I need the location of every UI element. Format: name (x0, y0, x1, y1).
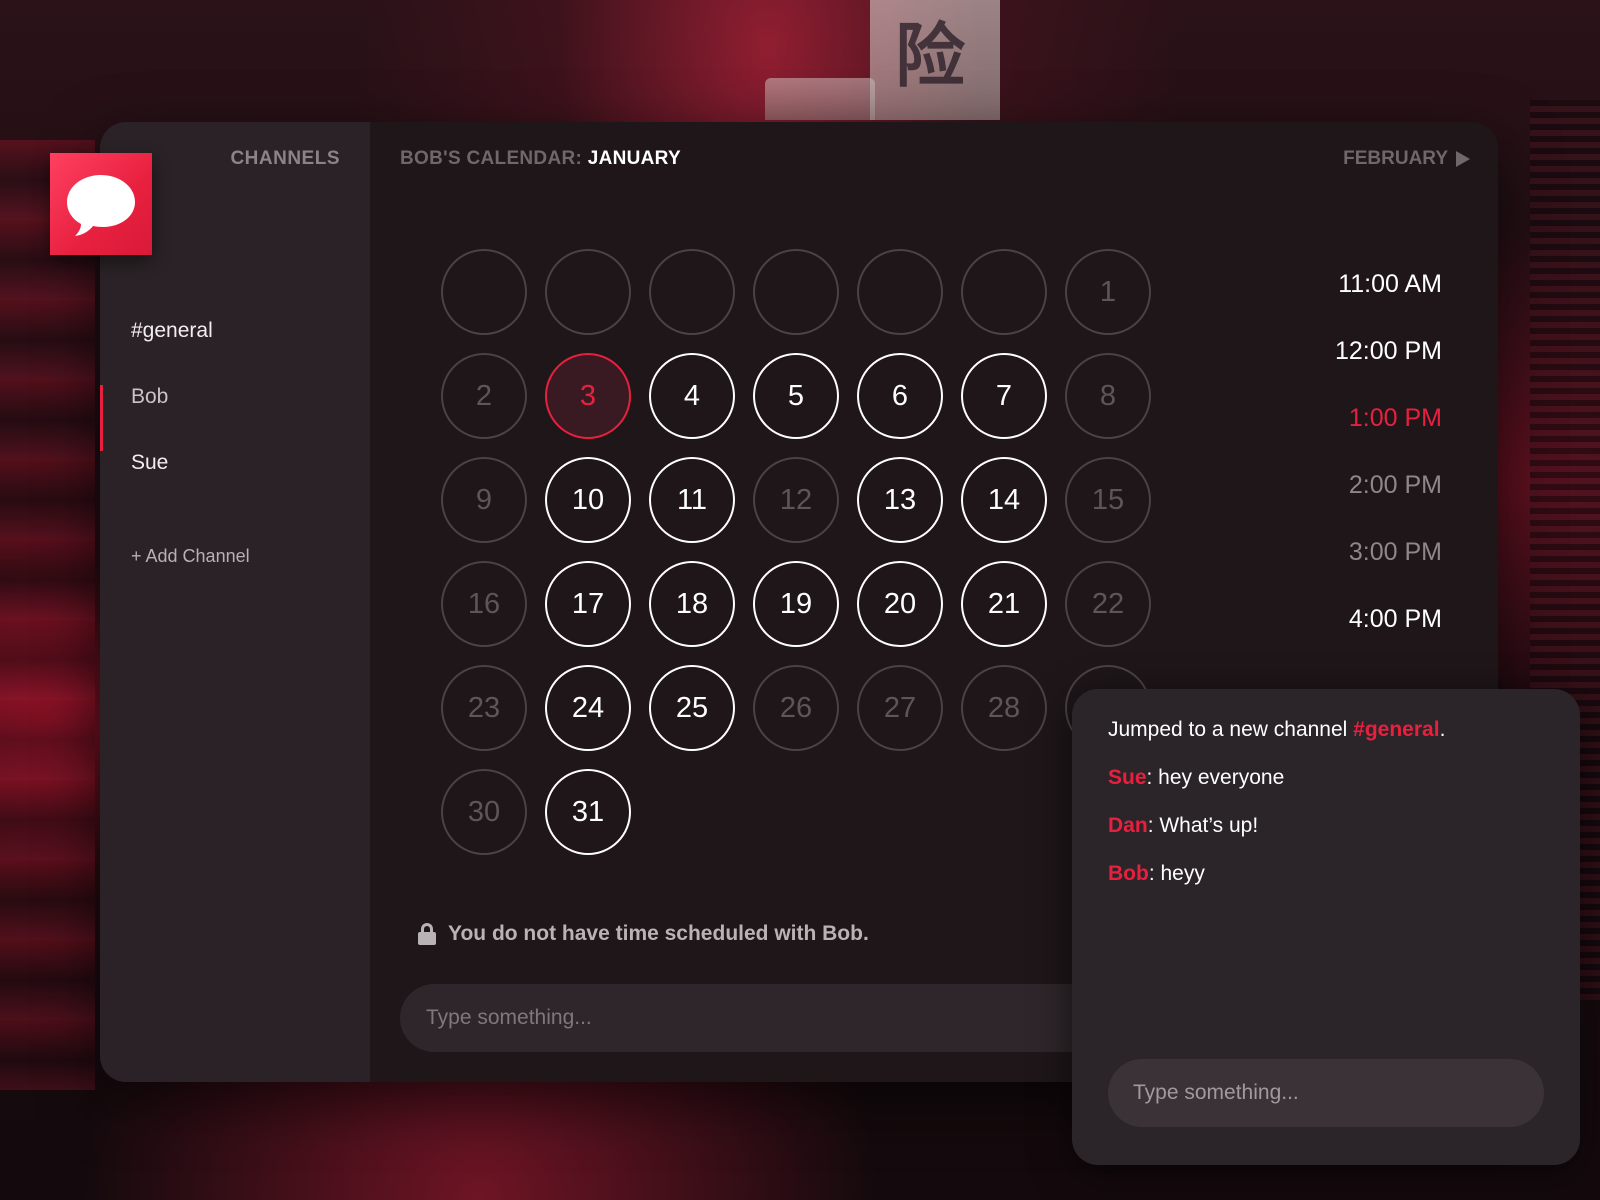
schedule-notice-text: You do not have time scheduled with Bob. (448, 922, 869, 945)
message-text: : heyy (1148, 862, 1205, 885)
calendar-day-6[interactable]: 6 (857, 353, 943, 439)
calendar-day-empty (649, 249, 735, 335)
message-sender: Dan (1108, 814, 1148, 837)
calendar-owner-label: BOB'S CALENDAR: (400, 148, 583, 169)
system-message: Jumped to a new channel #general. (1108, 713, 1548, 761)
message-sender: Sue (1108, 766, 1147, 789)
calendar-day-16[interactable]: 16 (441, 561, 527, 647)
time-slot-list: 11:00 AM 12:00 PM 1:00 PM 2:00 PM 3:00 PM 4:0… (1242, 270, 1442, 672)
message-text: : hey everyone (1146, 766, 1285, 789)
chat-bubble-icon (67, 175, 135, 236)
calendar-day-9[interactable]: 9 (441, 457, 527, 543)
calendar-day-4[interactable]: 4 (649, 353, 735, 439)
system-message-suffix: . (1439, 718, 1446, 741)
next-month-label: FEBRUARY (1343, 148, 1448, 169)
calendar-day-empty (441, 249, 527, 335)
calendar-day-empty (753, 249, 839, 335)
calendar-day-empty (961, 249, 1047, 335)
calendar-day-22[interactable]: 22 (1065, 561, 1151, 647)
calendar-day-27[interactable]: 27 (857, 665, 943, 751)
calendar-day-20[interactable]: 20 (857, 561, 943, 647)
lock-icon (418, 923, 436, 945)
calendar-day-28[interactable]: 28 (961, 665, 1047, 751)
chat-message: Sue: hey everyone (1108, 761, 1548, 809)
calendar-month-label: JANUARY (587, 148, 681, 169)
calendar-day-18[interactable]: 18 (649, 561, 735, 647)
calendar-day-17[interactable]: 17 (545, 561, 631, 647)
calendar-day-2[interactable]: 2 (441, 353, 527, 439)
calendar-day-19[interactable]: 19 (753, 561, 839, 647)
calendar-day-31[interactable]: 31 (545, 769, 631, 855)
play-triangle-icon (1456, 151, 1470, 167)
time-slot[interactable]: 12:00 PM (1242, 337, 1442, 404)
time-slot[interactable]: 2:00 PM (1242, 471, 1442, 538)
calendar-day-7[interactable]: 7 (961, 353, 1047, 439)
message-sender: Bob (1108, 862, 1149, 885)
sidebar-item-general[interactable]: #general (100, 319, 370, 385)
calendar-day-30[interactable]: 30 (441, 769, 527, 855)
sidebar: CHANNELS #general Bob Sue + Add Channel (100, 122, 370, 1082)
sidebar-heading: CHANNELS (230, 148, 340, 169)
schedule-notice: You do not have time scheduled with Bob. (418, 922, 869, 946)
chat-log: Jumped to a new channel #general. Sue: h… (1108, 713, 1548, 905)
system-message-channel[interactable]: #general (1353, 718, 1439, 741)
time-slot[interactable]: 11:00 AM (1242, 270, 1442, 337)
background-neon-left (0, 140, 95, 1090)
background-sign-glyph: 险 (895, 15, 965, 97)
calendar-day-12[interactable]: 12 (753, 457, 839, 543)
calendar-day-23[interactable]: 23 (441, 665, 527, 751)
calendar-day-empty (545, 249, 631, 335)
calendar-day-25[interactable]: 25 (649, 665, 735, 751)
chat-panel: Jumped to a new channel #general. Sue: h… (1072, 689, 1580, 1165)
calendar-day-26[interactable]: 26 (753, 665, 839, 751)
background-sign-small (765, 78, 875, 120)
calendar-day-empty (857, 249, 943, 335)
calendar-day-10[interactable]: 10 (545, 457, 631, 543)
calendar-grid: 1 2 3 4 5 6 7 8 9 10 11 12 13 14 15 16 17 18 19 20 21 22 23 24 2… (441, 249, 1161, 855)
system-message-prefix: Jumped to a new channel (1108, 718, 1354, 741)
chat-message: Dan: What’s up! (1108, 809, 1548, 857)
calendar-day-15[interactable]: 15 (1065, 457, 1151, 543)
calendar-day-1[interactable]: 1 (1065, 249, 1151, 335)
calendar-day-13[interactable]: 13 (857, 457, 943, 543)
app-logo (50, 153, 152, 255)
calendar-day-3[interactable]: 3 (545, 353, 631, 439)
calendar-day-21[interactable]: 21 (961, 561, 1047, 647)
calendar-day-11[interactable]: 11 (649, 457, 735, 543)
calendar-day-24[interactable]: 24 (545, 665, 631, 751)
chat-input[interactable] (1108, 1059, 1544, 1127)
calendar-day-14[interactable]: 14 (961, 457, 1047, 543)
sidebar-item-bob[interactable]: Bob (100, 385, 370, 451)
sidebar-item-sue[interactable]: Sue (100, 451, 370, 517)
next-month-button[interactable]: FEBRUARY (1343, 148, 1470, 170)
message-text: : What’s up! (1147, 814, 1259, 837)
time-slot[interactable]: 1:00 PM (1242, 404, 1442, 471)
time-slot[interactable]: 3:00 PM (1242, 538, 1442, 605)
add-channel-button[interactable]: + Add Channel (131, 546, 250, 567)
calendar-title: BOB'S CALENDAR: JANUARY (400, 148, 681, 170)
chat-message: Bob: heyy (1108, 857, 1548, 905)
calendar-day-8[interactable]: 8 (1065, 353, 1151, 439)
time-slot[interactable]: 4:00 PM (1242, 605, 1442, 672)
calendar-day-5[interactable]: 5 (753, 353, 839, 439)
